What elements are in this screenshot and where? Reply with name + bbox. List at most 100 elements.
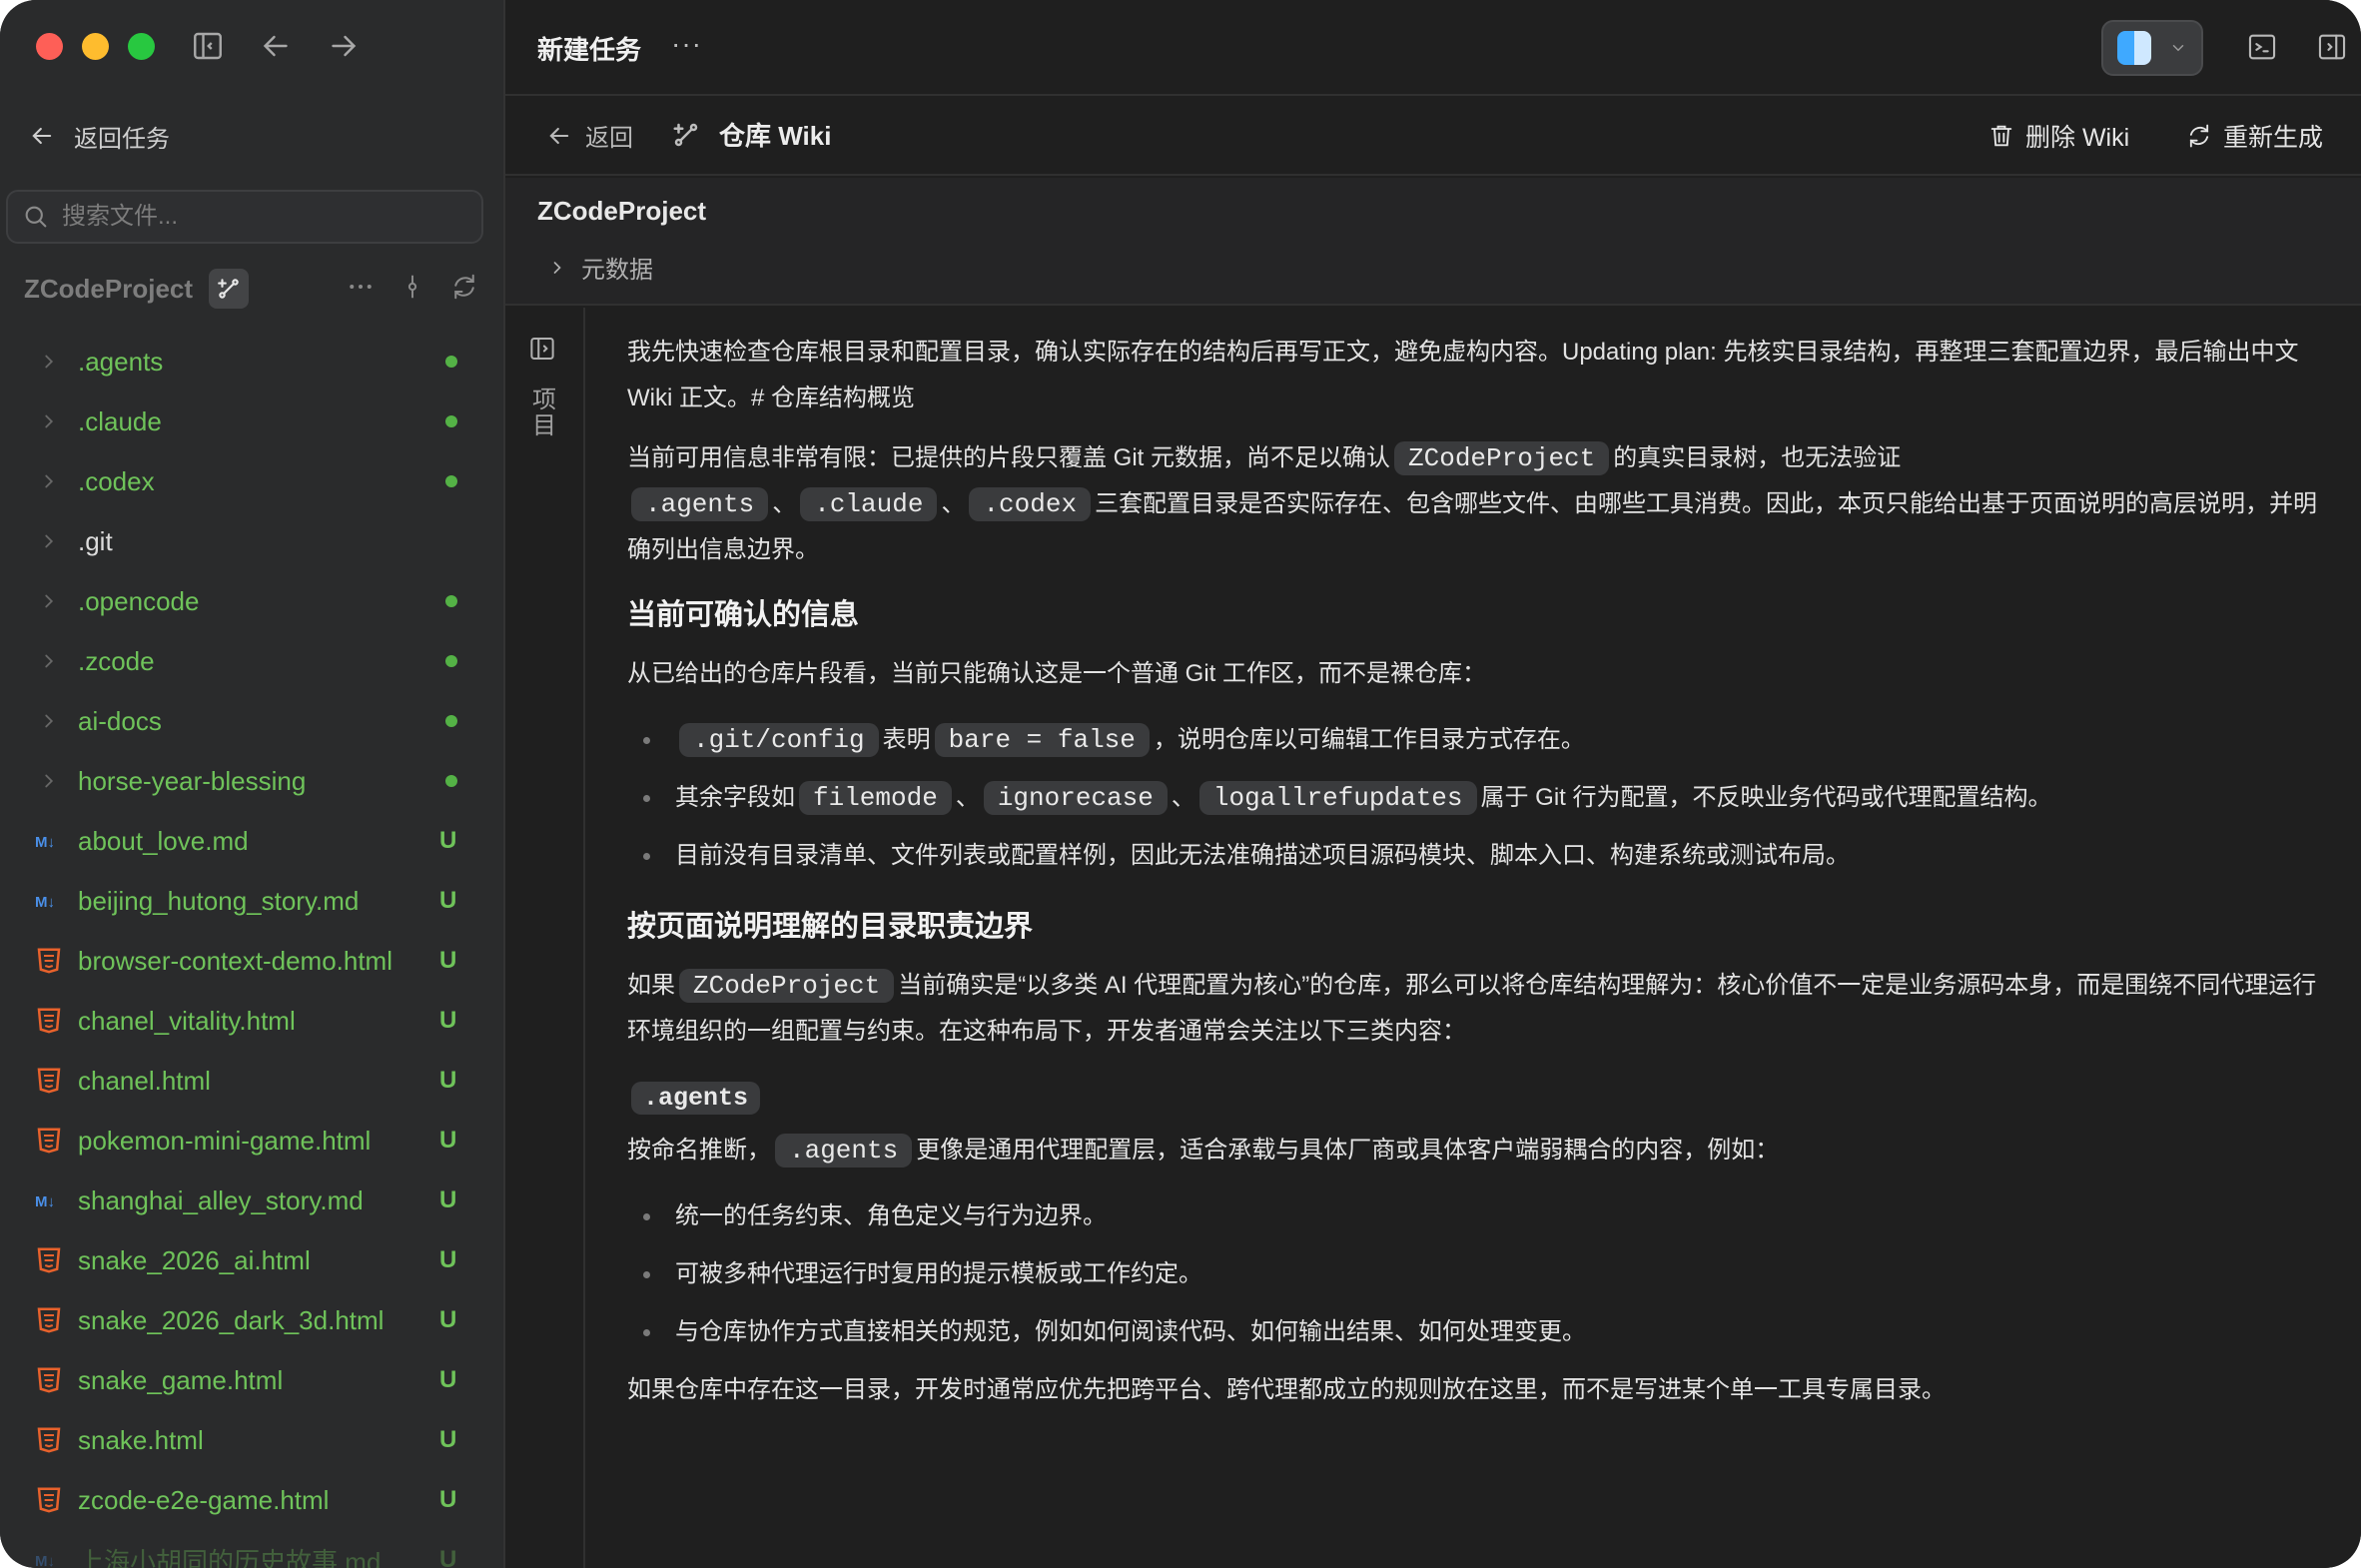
more-options-icon[interactable] (346, 272, 376, 307)
metadata-toggle[interactable]: 元数据 (547, 250, 653, 285)
regenerate-button[interactable]: 重新生成 (2185, 118, 2323, 154)
chevron-right-icon[interactable] (38, 770, 60, 792)
git-status-badge: U (439, 1127, 457, 1154)
file-item[interactable]: chanel.html U (0, 1051, 503, 1111)
maximize-window-button[interactable] (128, 33, 155, 60)
scope-paragraph: 当前可用信息非常有限：已提供的片段只覆盖 Git 元数据，尚不足以确认 ZCode… (627, 441, 2318, 563)
section-heading: 当前可确认的信息 (627, 599, 860, 631)
list-item: 与仓库协作方式直接相关的规范，例如如何阅读代码、如何输出结果、如何处理变更。 (627, 1303, 2335, 1361)
folder-item[interactable]: .git (0, 511, 503, 571)
finder-icon (2117, 31, 2151, 65)
delete-wiki-button[interactable]: 删除 Wiki (1987, 118, 2129, 154)
folder-item[interactable]: horse-year-blessing (0, 751, 503, 811)
bullet-list: 统一的任务约束、角色定义与行为边界。 可被多种代理运行时复用的提示模板或工作约定… (627, 1187, 2335, 1361)
list-item: 目前没有目录清单、文件列表或配置样例，因此无法准确描述项目源码模块、脚本入口、构… (627, 827, 2335, 885)
file-item[interactable]: snake.html U (0, 1410, 503, 1470)
git-modified-dot (445, 356, 457, 368)
sidebar: 返回任务 ZCodeProject .agent (0, 0, 503, 1568)
list-item: .git/config 表明 bare = false ，说明仓库以可编辑工作目录方式… (627, 711, 2335, 769)
markdown-file-icon: M↓ (34, 1545, 64, 1568)
nav-forward-icon[interactable] (326, 28, 362, 64)
bullet-list: .git/config 表明 bare = false ，说明仓库以可编辑工作目录方式… (627, 711, 2335, 885)
task-more-button[interactable]: ··· (671, 28, 702, 60)
git-status-badge: U (439, 1426, 457, 1453)
toggle-sidebar-icon[interactable] (190, 28, 226, 64)
file-item[interactable]: chanel_vitality.html U (0, 991, 503, 1051)
markdown-file-icon: M↓ (34, 886, 64, 916)
git-commit-icon[interactable] (397, 272, 427, 307)
paragraph: 按命名推断， .agents 更像是通用代理配置层，适合承载与具体厂商或具体客户端弱… (627, 1134, 1780, 1168)
git-modified-dot (445, 475, 457, 487)
file-name: snake_game.html (78, 1364, 284, 1395)
chevron-right-icon[interactable] (38, 590, 60, 612)
chevron-right-icon[interactable] (38, 650, 60, 672)
inline-code: .agents (775, 1134, 913, 1168)
folder-item[interactable]: .zcode (0, 631, 503, 691)
open-in-finder-button[interactable] (2101, 20, 2203, 76)
wiki-content: 我先快速检查仓库根目录和配置目录，确认实际存在的结构后再写正文，避免虚构内容。U… (627, 330, 2335, 1427)
wiki-title: 仓库 Wiki (719, 121, 832, 151)
file-item[interactable]: M↓ about_love.md U (0, 811, 503, 871)
trash-icon (1990, 125, 2012, 147)
file-item[interactable]: snake_2026_dark_3d.html U (0, 1290, 503, 1350)
toc-label[interactable]: 项目 (529, 388, 559, 439)
wiki-back-label: 返回 (585, 125, 633, 152)
search-icon (25, 206, 47, 228)
delete-wiki-label: 删除 Wiki (2025, 124, 2130, 152)
repo-wiki-badge[interactable] (209, 269, 250, 309)
wiki-project-name: ZCodeProject (537, 196, 707, 226)
file-tree: .agents .claude .codex .git .opencode .zcode a… (0, 332, 503, 1568)
inline-code: bare = false (934, 723, 1150, 757)
folder-item[interactable]: .codex (0, 451, 503, 511)
inline-code: ZCodeProject (1394, 441, 1610, 475)
close-window-button[interactable] (36, 33, 63, 60)
folder-item[interactable]: .agents (0, 332, 503, 392)
file-item[interactable]: M↓ shanghai_alley_story.md U (0, 1171, 503, 1230)
file-name: .codex (78, 465, 155, 496)
git-status-badge: U (439, 1007, 457, 1034)
arrow-left-icon (549, 127, 569, 144)
chevron-right-icon[interactable] (38, 710, 60, 732)
toggle-right-panel-icon[interactable] (2315, 30, 2349, 64)
git-modified-dot (445, 415, 457, 427)
back-to-task-button[interactable]: 返回任务 (28, 116, 170, 156)
file-name: beijing_hutong_story.md (78, 885, 360, 916)
branch-graph-icon (673, 123, 698, 146)
file-name: chanel.html (78, 1065, 211, 1096)
git-status-badge: U (439, 1306, 457, 1333)
git-status-badge: U (439, 1486, 457, 1513)
minimize-window-button[interactable] (82, 33, 109, 60)
file-item[interactable]: pokemon-mini-game.html U (0, 1111, 503, 1171)
svg-text:M↓: M↓ (35, 1553, 55, 1568)
file-item[interactable]: snake_2026_ai.html U (0, 1230, 503, 1290)
file-search-box (6, 190, 483, 244)
wiki-back-button[interactable]: 返回 (545, 118, 633, 153)
folder-item[interactable]: .opencode (0, 571, 503, 631)
file-search-input[interactable] (62, 203, 461, 231)
git-modified-dot (445, 775, 457, 787)
inline-code: .agents (631, 487, 769, 521)
svg-text:M↓: M↓ (35, 894, 55, 911)
html-file-icon (34, 946, 64, 976)
toc-panel-icon[interactable] (527, 334, 557, 364)
terminal-icon[interactable] (2245, 30, 2279, 64)
file-item[interactable]: zcode-e2e-game.html U (0, 1470, 503, 1530)
refresh-icon[interactable] (449, 272, 479, 307)
html-file-icon (34, 1245, 64, 1275)
file-name: browser-context-demo.html (78, 945, 393, 976)
file-item[interactable]: snake_game.html U (0, 1350, 503, 1410)
file-name: zcode-e2e-game.html (78, 1484, 330, 1515)
file-item[interactable]: M↓ beijing_hutong_story.md U (0, 871, 503, 931)
html-file-icon (34, 1485, 64, 1515)
chevron-right-icon[interactable] (38, 410, 60, 432)
chevron-right-icon[interactable] (38, 530, 60, 552)
folder-item[interactable]: .claude (0, 392, 503, 451)
chevron-right-icon[interactable] (38, 470, 60, 492)
folder-item[interactable]: ai-docs (0, 691, 503, 751)
file-item[interactable]: browser-context-demo.html U (0, 931, 503, 991)
arrow-left-icon (32, 127, 52, 145)
chevron-right-icon[interactable] (38, 351, 60, 373)
paragraph: 从已给出的仓库片段看，当前只能确认这是一个普通 Git 工作区，而不是裸仓库： (627, 660, 1487, 687)
nav-back-icon[interactable] (258, 28, 294, 64)
file-item[interactable]: M↓ 上海小胡同的历史故事.md U (0, 1530, 503, 1568)
